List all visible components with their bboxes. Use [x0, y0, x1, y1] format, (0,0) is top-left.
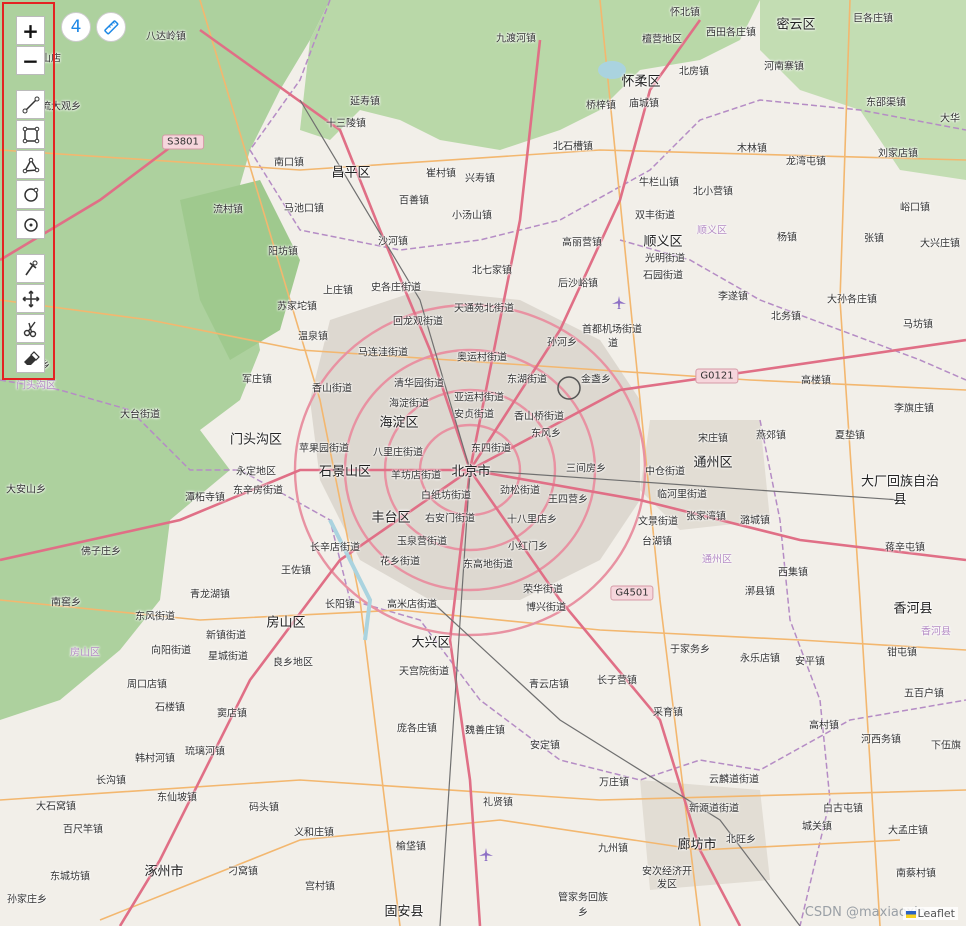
- remove-layers-button[interactable]: [16, 344, 45, 373]
- zoom-out-button[interactable]: −: [16, 46, 45, 75]
- road-shield: S3801: [162, 134, 204, 150]
- basemap: [0, 0, 966, 926]
- road-shield: G0121: [695, 368, 739, 384]
- edit-icon: [24, 260, 37, 275]
- draw-line-icon: [22, 96, 39, 113]
- cut-layers-button[interactable]: [16, 314, 45, 343]
- map-footer: CSDN @maxiaoxin Leaflet: [0, 904, 966, 926]
- measure-button[interactable]: [96, 12, 126, 42]
- flag-icon: [905, 910, 916, 918]
- draw-circle-marker-icon: [23, 187, 38, 202]
- attribution-text: Leaflet: [917, 907, 955, 920]
- attribution-link[interactable]: Leaflet: [902, 907, 958, 920]
- map-control-toolbar: + −: [2, 2, 55, 380]
- road-shield: G4501: [610, 585, 654, 601]
- map-viewport[interactable]: 怀北镇 密云区 巨各庄镇 八达岭镇 九渡河镇 西田各庄镇 檀营地区 北房镇 河南寨镇 怀柔区 桥梓镇…: [0, 0, 966, 926]
- drag-icon: [22, 290, 39, 307]
- draw-circle-icon: [23, 217, 38, 232]
- draw-polygon-button[interactable]: [16, 150, 45, 179]
- airport-icon-daxing: [479, 848, 493, 861]
- drag-layers-button[interactable]: [16, 284, 45, 313]
- airport-icon-capital: [612, 296, 626, 309]
- lake-huairou: [598, 61, 626, 79]
- draw-circle-button[interactable]: [16, 210, 45, 239]
- cut-icon: [23, 321, 36, 337]
- zoom-level-badge: 4: [61, 12, 91, 42]
- eraser-icon: [23, 350, 40, 365]
- edit-layers-button[interactable]: [16, 254, 45, 283]
- draw-circle-marker-button[interactable]: [16, 180, 45, 209]
- draw-line-button[interactable]: [16, 90, 45, 119]
- draw-rectangle-icon: [22, 126, 39, 143]
- draw-polygon-icon: [22, 157, 39, 173]
- zoom-in-button[interactable]: +: [16, 16, 45, 45]
- draw-rectangle-button[interactable]: [16, 120, 45, 149]
- ruler-icon: [104, 20, 119, 35]
